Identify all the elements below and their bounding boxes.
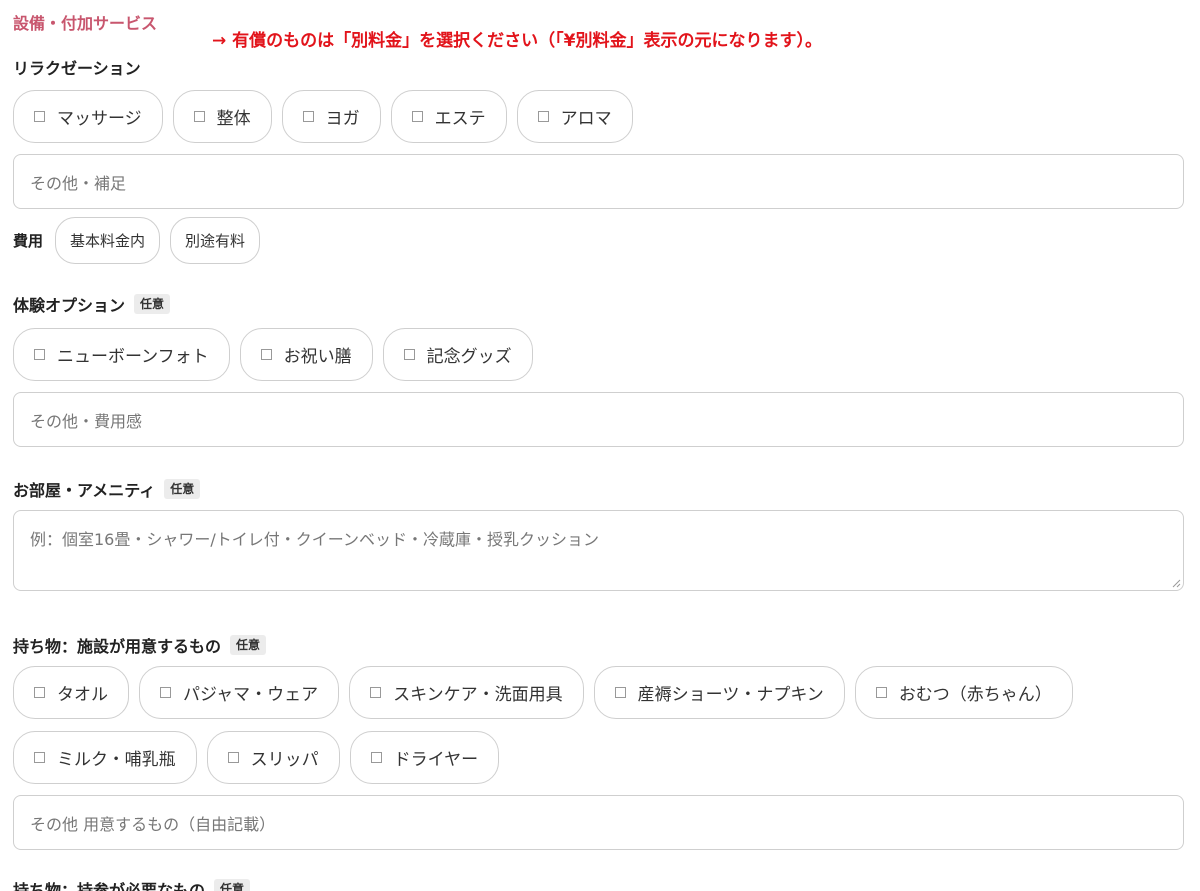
chip-label: スキンケア・洗面用具	[393, 685, 563, 705]
checkbox-icon	[34, 752, 45, 763]
chip-label: おむつ（赤ちゃん）	[898, 685, 1052, 705]
checkbox-icon	[34, 687, 45, 698]
checkbox-icon	[260, 349, 272, 360]
experience-options: ニューボーンフォト お祝い膳 記念グッズ	[13, 328, 533, 381]
chip-diapers[interactable]: おむつ（赤ちゃん）	[854, 666, 1073, 719]
resize-handle-icon[interactable]	[1171, 578, 1181, 588]
room-label-text: お部屋・アメニティ	[13, 481, 156, 500]
chip-slippers[interactable]: スリッパ	[206, 731, 340, 784]
cost-extra-button[interactable]: 別途有料	[170, 217, 261, 264]
relaxation-label: リラクゼーション	[13, 55, 141, 79]
chip-label: ヨガ	[325, 109, 360, 129]
checkbox-icon	[34, 349, 45, 360]
checkbox-icon	[370, 752, 382, 763]
chip-milk-bottle[interactable]: ミルク・哺乳瓶	[13, 731, 197, 784]
optional-badge: 任意	[230, 635, 267, 655]
chip-massage[interactable]: マッサージ	[13, 90, 163, 143]
chip-esthe[interactable]: エステ	[390, 90, 507, 143]
experience-label-text: 体験オプション	[13, 296, 126, 315]
cost-row: 費用 基本料金内 別途有料	[13, 217, 261, 264]
chip-yoga[interactable]: ヨガ	[281, 90, 381, 143]
chip-label: スリッパ	[250, 750, 319, 770]
optional-badge: 任意	[134, 294, 171, 314]
facility-items-label: 持ち物：施設が用意するもの 任意	[13, 633, 267, 657]
checkbox-icon	[403, 349, 415, 360]
placeholder-text: その他・費用感	[30, 411, 143, 431]
placeholder-text: 例：個室16畳・シャワー/トイレ付・クイーンベッド・冷蔵庫・授乳クッション	[30, 530, 599, 549]
bring-items-label-text: 持ち物：持参が必要なもの	[13, 881, 206, 891]
chip-skincare[interactable]: スキンケア・洗面用具	[349, 666, 584, 719]
relaxation-other-input[interactable]: その他・補足	[13, 154, 1184, 209]
chip-memorial-goods[interactable]: 記念グッズ	[382, 328, 533, 381]
placeholder-text: その他 用意するもの（自由記載）	[30, 814, 276, 834]
facility-items-options-row2: ミルク・哺乳瓶 スリッパ ドライヤー	[13, 731, 500, 784]
cost-label: 費用	[13, 232, 44, 250]
experience-other-input[interactable]: その他・費用感	[13, 392, 1184, 447]
cost-included-button[interactable]: 基本料金内	[55, 217, 161, 264]
relaxation-options: マッサージ 整体 ヨガ エステ アロマ	[13, 90, 633, 143]
facility-items-options-row1: タオル パジャマ・ウェア スキンケア・洗面用具 産褥ショーツ・ナプキン おむつ（…	[13, 666, 1073, 719]
paid-option-note: → 有償のものは「別料金」を選択ください（「¥別料金」表示の元になります）。	[212, 31, 822, 51]
chip-label: 記念グッズ	[426, 347, 512, 367]
chip-label: ミルク・哺乳瓶	[57, 750, 176, 770]
chip-pajama[interactable]: パジャマ・ウェア	[139, 666, 340, 719]
chip-label: 整体	[216, 109, 251, 129]
chip-aroma[interactable]: アロマ	[516, 90, 633, 143]
bring-items-label: 持ち物：持参が必要なもの 任意	[13, 877, 251, 891]
chip-postpartum-shorts[interactable]: 産褥ショーツ・ナプキン	[593, 666, 845, 719]
chip-label: ニューボーンフォト	[57, 347, 209, 367]
checkbox-icon	[160, 687, 171, 698]
chip-label: お祝い膳	[283, 347, 352, 367]
checkbox-icon	[193, 111, 205, 122]
room-label: お部屋・アメニティ 任意	[13, 477, 201, 501]
chip-label: 産褥ショーツ・ナプキン	[637, 685, 824, 705]
chip-label: マッサージ	[57, 109, 142, 129]
chip-label: エステ	[434, 109, 486, 129]
checkbox-icon	[411, 111, 423, 122]
checkbox-icon	[227, 752, 239, 763]
facility-items-label-text: 持ち物：施設が用意するもの	[13, 637, 222, 656]
checkbox-icon	[537, 111, 549, 122]
chip-label: パジャマ・ウェア	[183, 685, 319, 705]
room-amenity-textarea[interactable]: 例：個室16畳・シャワー/トイレ付・クイーンベッド・冷蔵庫・授乳クッション	[13, 510, 1184, 591]
experience-label: 体験オプション 任意	[13, 292, 171, 316]
optional-badge: 任意	[164, 479, 201, 499]
checkbox-icon	[614, 687, 626, 698]
chip-label: ドライヤー	[393, 750, 479, 770]
checkbox-icon	[875, 687, 887, 698]
checkbox-icon	[302, 111, 314, 122]
chip-dryer[interactable]: ドライヤー	[349, 731, 500, 784]
chip-newborn-photo[interactable]: ニューボーンフォト	[13, 328, 230, 381]
section-title: 設備・付加サービス	[13, 14, 158, 33]
chip-label: アロマ	[560, 109, 612, 129]
chip-celebration-meal[interactable]: お祝い膳	[239, 328, 373, 381]
chip-seitai[interactable]: 整体	[172, 90, 272, 143]
placeholder-text: その他・補足	[30, 173, 127, 193]
relaxation-label-text: リラクゼーション	[13, 59, 141, 78]
checkbox-icon	[34, 111, 45, 122]
chip-towel[interactable]: タオル	[13, 666, 129, 719]
chip-label: タオル	[57, 685, 108, 705]
optional-badge: 任意	[214, 879, 251, 891]
facility-items-other-input[interactable]: その他 用意するもの（自由記載）	[13, 795, 1184, 850]
checkbox-icon	[370, 687, 382, 698]
